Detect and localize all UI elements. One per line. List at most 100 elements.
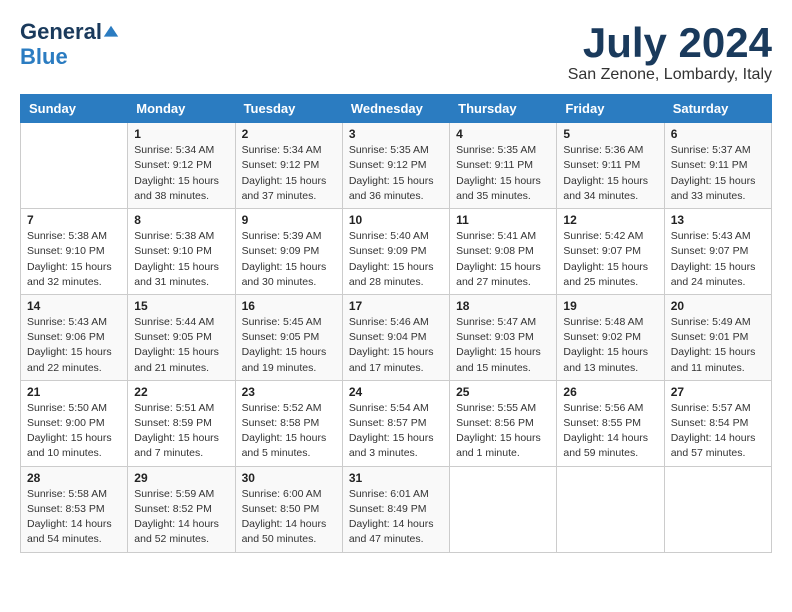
day-cell: 29Sunrise: 5:59 AMSunset: 8:52 PMDayligh…: [128, 466, 235, 552]
day-info: Sunrise: 5:52 AMSunset: 8:58 PMDaylight:…: [242, 401, 336, 462]
logo: General Blue: [20, 20, 120, 70]
day-info: Sunrise: 5:35 AMSunset: 9:12 PMDaylight:…: [349, 143, 443, 204]
day-cell: 28Sunrise: 5:58 AMSunset: 8:53 PMDayligh…: [21, 466, 128, 552]
day-cell: 1 Sunrise: 5:34 AMSunset: 9:12 PMDaylight…: [128, 123, 235, 209]
day-info: Sunrise: 5:55 AMSunset: 8:56 PMDaylight:…: [456, 401, 550, 462]
day-info: Sunrise: 5:46 AMSunset: 9:04 PMDaylight:…: [349, 315, 443, 376]
day-cell: 4 Sunrise: 5:35 AMSunset: 9:11 PMDaylight…: [450, 123, 557, 209]
day-cell: 6Sunrise: 5:37 AMSunset: 9:11 PMDaylight…: [664, 123, 771, 209]
day-info: Sunrise: 5:36 AMSunset: 9:11 PMDaylight:…: [563, 143, 657, 204]
location: San Zenone, Lombardy, Italy: [568, 66, 772, 84]
day-number: 13: [671, 213, 765, 227]
day-cell: 13Sunrise: 5:43 AMSunset: 9:07 PMDayligh…: [664, 209, 771, 295]
day-info: Sunrise: 6:01 AMSunset: 8:49 PMDaylight:…: [349, 487, 443, 548]
day-number: 17: [349, 299, 443, 313]
day-header-wednesday: Wednesday: [342, 95, 449, 123]
day-number: 3: [349, 127, 443, 141]
day-info: Sunrise: 5:35 AMSunset: 9:11 PMDaylight:…: [456, 143, 550, 204]
day-number: 27: [671, 385, 765, 399]
day-number: 30: [242, 471, 336, 485]
day-info: Sunrise: 5:41 AMSunset: 9:08 PMDaylight:…: [456, 229, 550, 290]
day-cell: 24Sunrise: 5:54 AMSunset: 8:57 PMDayligh…: [342, 380, 449, 466]
day-cell: 9 Sunrise: 5:39 AMSunset: 9:09 PMDaylight…: [235, 209, 342, 295]
day-info: Sunrise: 5:49 AMSunset: 9:01 PMDaylight:…: [671, 315, 765, 376]
day-number: 10: [349, 213, 443, 227]
page-header: General Blue July 2024 San Zenone, Lomba…: [20, 20, 772, 84]
calendar-header-row: SundayMondayTuesdayWednesdayThursdayFrid…: [21, 95, 772, 123]
day-cell: [664, 466, 771, 552]
day-cell: 11 Sunrise: 5:41 AMSunset: 9:08 PMDayligh…: [450, 209, 557, 295]
day-cell: 31 Sunrise: 6:01 AMSunset: 8:49 PMDayligh…: [342, 466, 449, 552]
day-info: Sunrise: 6:00 AMSunset: 8:50 PMDaylight:…: [242, 487, 336, 548]
day-cell: 25Sunrise: 5:55 AMSunset: 8:56 PMDayligh…: [450, 380, 557, 466]
day-number: 15: [134, 299, 228, 313]
day-number: 7: [27, 213, 121, 227]
day-info: Sunrise: 5:37 AMSunset: 9:11 PMDaylight:…: [671, 143, 765, 204]
week-row-4: 21 Sunrise: 5:50 AMSunset: 9:00 PMDayligh…: [21, 380, 772, 466]
day-info: Sunrise: 5:39 AMSunset: 9:09 PMDaylight:…: [242, 229, 336, 290]
day-cell: 19 Sunrise: 5:48 AMSunset: 9:02 PMDayligh…: [557, 294, 664, 380]
day-info: Sunrise: 5:58 AMSunset: 8:53 PMDaylight:…: [27, 487, 121, 548]
day-cell: 20 Sunrise: 5:49 AMSunset: 9:01 PMDayligh…: [664, 294, 771, 380]
day-cell: 23 Sunrise: 5:52 AMSunset: 8:58 PMDayligh…: [235, 380, 342, 466]
logo-text: General: [20, 20, 120, 44]
day-cell: [557, 466, 664, 552]
day-number: 8: [134, 213, 228, 227]
day-info: Sunrise: 5:54 AMSunset: 8:57 PMDaylight:…: [349, 401, 443, 462]
day-info: Sunrise: 5:45 AMSunset: 9:05 PMDaylight:…: [242, 315, 336, 376]
day-cell: 7 Sunrise: 5:38 AMSunset: 9:10 PMDaylight…: [21, 209, 128, 295]
day-number: 14: [27, 299, 121, 313]
day-info: Sunrise: 5:47 AMSunset: 9:03 PMDaylight:…: [456, 315, 550, 376]
day-number: 18: [456, 299, 550, 313]
day-number: 9: [242, 213, 336, 227]
day-header-sunday: Sunday: [21, 95, 128, 123]
day-header-monday: Monday: [128, 95, 235, 123]
day-cell: 10Sunrise: 5:40 AMSunset: 9:09 PMDayligh…: [342, 209, 449, 295]
day-info: Sunrise: 5:44 AMSunset: 9:05 PMDaylight:…: [134, 315, 228, 376]
logo-icon: [102, 24, 120, 42]
title-block: July 2024 San Zenone, Lombardy, Italy: [568, 20, 772, 84]
day-number: 1: [134, 127, 228, 141]
day-number: 16: [242, 299, 336, 313]
logo-general: General: [20, 19, 102, 44]
day-cell: 22Sunrise: 5:51 AMSunset: 8:59 PMDayligh…: [128, 380, 235, 466]
day-header-tuesday: Tuesday: [235, 95, 342, 123]
week-row-2: 7 Sunrise: 5:38 AMSunset: 9:10 PMDaylight…: [21, 209, 772, 295]
day-cell: 30 Sunrise: 6:00 AMSunset: 8:50 PMDayligh…: [235, 466, 342, 552]
day-number: 26: [563, 385, 657, 399]
day-info: Sunrise: 5:57 AMSunset: 8:54 PMDaylight:…: [671, 401, 765, 462]
week-row-5: 28Sunrise: 5:58 AMSunset: 8:53 PMDayligh…: [21, 466, 772, 552]
calendar-body: 1 Sunrise: 5:34 AMSunset: 9:12 PMDaylight…: [21, 123, 772, 552]
day-number: 12: [563, 213, 657, 227]
day-number: 4: [456, 127, 550, 141]
day-number: 5: [563, 127, 657, 141]
day-header-friday: Friday: [557, 95, 664, 123]
day-cell: 5 Sunrise: 5:36 AMSunset: 9:11 PMDaylight…: [557, 123, 664, 209]
day-cell: 2Sunrise: 5:34 AMSunset: 9:12 PMDaylight…: [235, 123, 342, 209]
day-number: 21: [27, 385, 121, 399]
calendar-table: SundayMondayTuesdayWednesdayThursdayFrid…: [20, 94, 772, 552]
day-info: Sunrise: 5:59 AMSunset: 8:52 PMDaylight:…: [134, 487, 228, 548]
day-info: Sunrise: 5:38 AMSunset: 9:10 PMDaylight:…: [27, 229, 121, 290]
day-cell: 3 Sunrise: 5:35 AMSunset: 9:12 PMDaylight…: [342, 123, 449, 209]
day-number: 20: [671, 299, 765, 313]
logo-blue: Blue: [20, 44, 68, 70]
day-info: Sunrise: 5:48 AMSunset: 9:02 PMDaylight:…: [563, 315, 657, 376]
week-row-1: 1 Sunrise: 5:34 AMSunset: 9:12 PMDaylight…: [21, 123, 772, 209]
month-title: July 2024: [568, 20, 772, 66]
day-info: Sunrise: 5:34 AMSunset: 9:12 PMDaylight:…: [134, 143, 228, 204]
day-cell: 17 Sunrise: 5:46 AMSunset: 9:04 PMDayligh…: [342, 294, 449, 380]
day-info: Sunrise: 5:50 AMSunset: 9:00 PMDaylight:…: [27, 401, 121, 462]
day-number: 31: [349, 471, 443, 485]
day-cell: [21, 123, 128, 209]
day-cell: 12Sunrise: 5:42 AMSunset: 9:07 PMDayligh…: [557, 209, 664, 295]
day-header-saturday: Saturday: [664, 95, 771, 123]
day-cell: 26Sunrise: 5:56 AMSunset: 8:55 PMDayligh…: [557, 380, 664, 466]
day-number: 11: [456, 213, 550, 227]
day-number: 23: [242, 385, 336, 399]
day-info: Sunrise: 5:43 AMSunset: 9:06 PMDaylight:…: [27, 315, 121, 376]
day-number: 22: [134, 385, 228, 399]
day-number: 19: [563, 299, 657, 313]
day-cell: 15 Sunrise: 5:44 AMSunset: 9:05 PMDayligh…: [128, 294, 235, 380]
week-row-3: 14 Sunrise: 5:43 AMSunset: 9:06 PMDayligh…: [21, 294, 772, 380]
